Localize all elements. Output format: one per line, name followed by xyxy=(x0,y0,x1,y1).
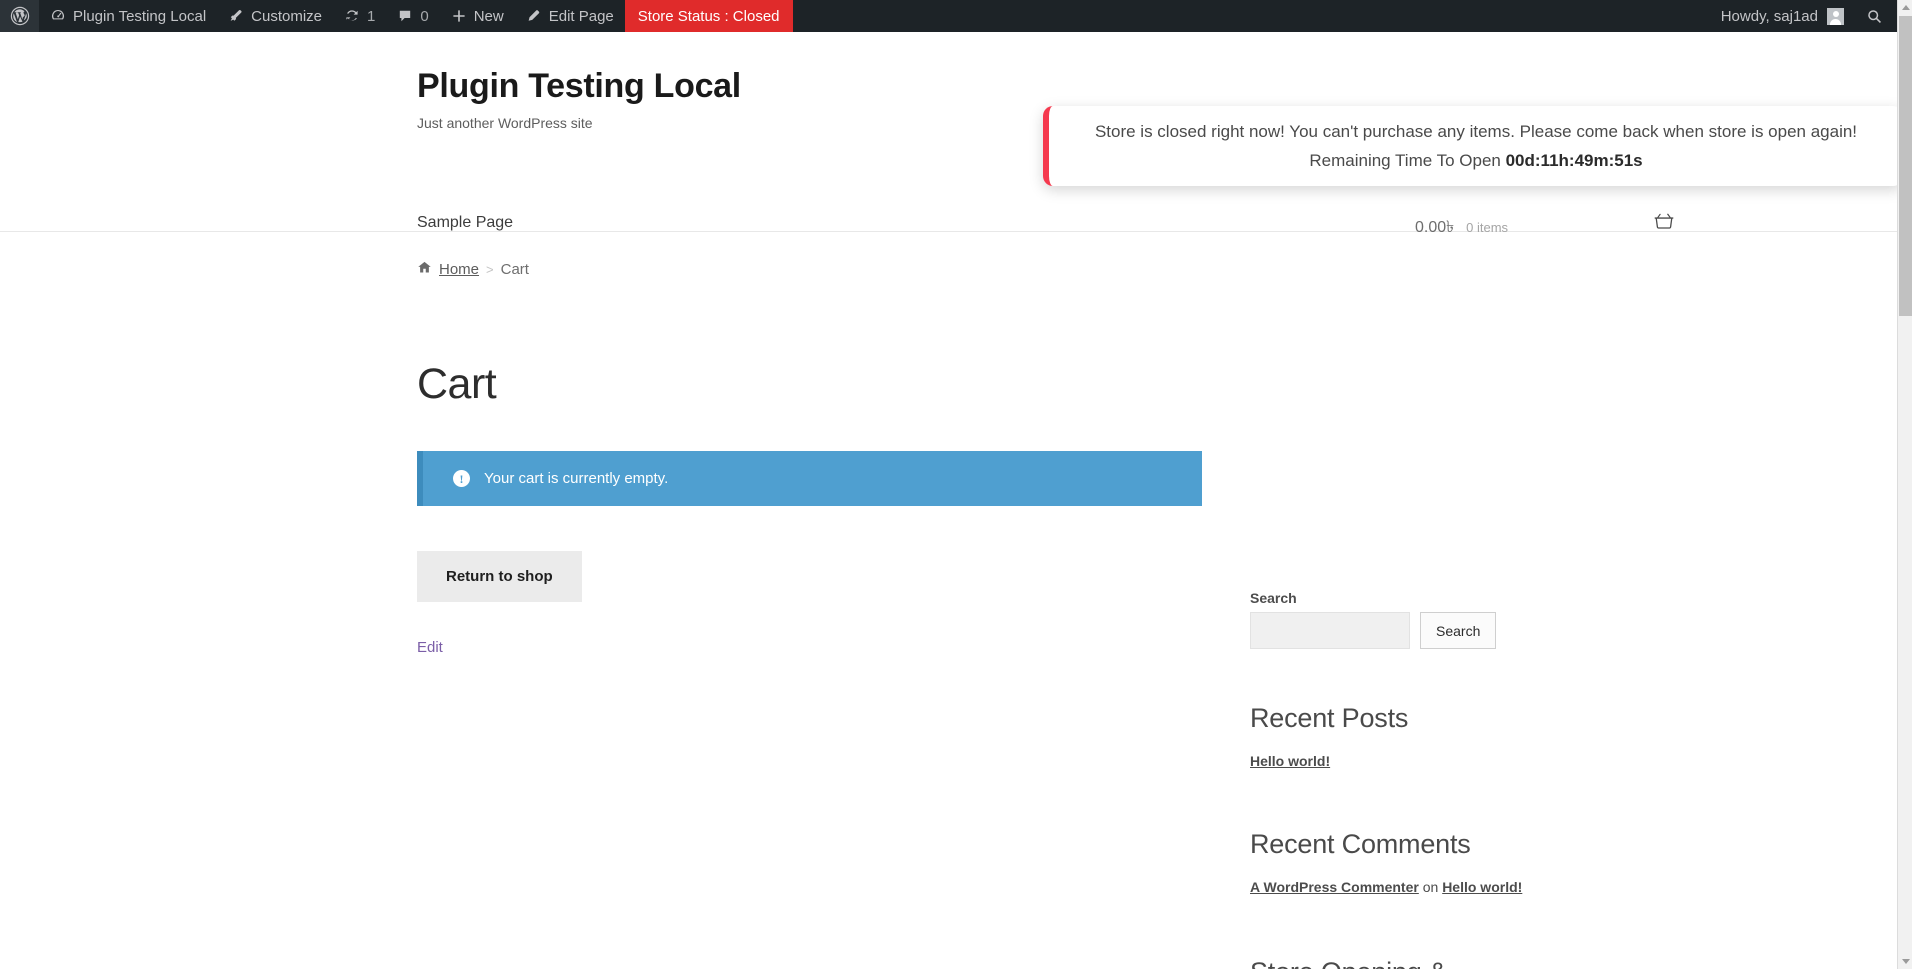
store-notice-message: Store is closed right now! You can't pur… xyxy=(1095,119,1857,145)
recent-post-link[interactable]: Hello world! xyxy=(1250,753,1330,769)
breadcrumb-current: Cart xyxy=(501,261,529,278)
wp-logo-button[interactable] xyxy=(0,0,39,32)
new-label: New xyxy=(474,8,504,25)
widget-recent-comments: Recent Comments A WordPress Commenter on… xyxy=(1250,827,1580,897)
home-icon xyxy=(417,260,432,279)
comment-on-text: on xyxy=(1419,879,1442,895)
store-notice-countdown-line: Remaining Time To Open 00d:11h:49m:51s xyxy=(1309,148,1642,174)
comment-author-link[interactable]: A WordPress Commenter xyxy=(1250,879,1419,895)
site-title[interactable]: Plugin Testing Local xyxy=(417,67,741,106)
breadcrumb: Home > Cart xyxy=(417,260,529,279)
widget-store-hours: Store Opening & Closing Times Timezone :… xyxy=(1250,955,1482,969)
recent-posts-title: Recent Posts xyxy=(1250,701,1580,737)
nav-item-sample-page[interactable]: Sample Page xyxy=(417,214,513,231)
edit-page-button[interactable]: Edit Page xyxy=(515,0,625,32)
dashboard-icon xyxy=(50,8,66,24)
search-label: Search xyxy=(1250,590,1580,606)
search-form: Search xyxy=(1250,612,1580,649)
pencil-icon xyxy=(526,8,542,24)
scrollbar-thumb[interactable] xyxy=(1899,16,1912,316)
site-description: Just another WordPress site xyxy=(417,115,741,131)
widget-search: Search Search xyxy=(1250,590,1580,649)
shopping-basket-icon[interactable] xyxy=(1653,211,1675,238)
wordpress-logo-icon xyxy=(10,6,30,26)
edit-page-label: Edit Page xyxy=(549,8,614,25)
store-status-button[interactable]: Store Status : Closed xyxy=(625,0,793,32)
comment-bubble-icon xyxy=(397,8,413,24)
customize-label: Customize xyxy=(251,8,322,25)
breadcrumb-separator: > xyxy=(486,262,494,277)
list-item: A WordPress Commenter on Hello world! xyxy=(1250,877,1580,897)
widget-recent-posts: Recent Posts Hello world! xyxy=(1250,701,1580,771)
scroll-down-arrow[interactable] xyxy=(1898,954,1912,969)
site-name-label: Plugin Testing Local xyxy=(73,8,206,25)
search-input[interactable] xyxy=(1250,612,1410,649)
page-scrollbar[interactable] xyxy=(1897,0,1912,969)
info-icon: ! xyxy=(453,470,470,487)
return-to-shop-button[interactable]: Return to shop xyxy=(417,551,582,602)
customize-button[interactable]: Customize xyxy=(217,0,333,32)
breadcrumb-home-link[interactable]: Home xyxy=(439,261,479,278)
admin-bar-spacer xyxy=(793,0,1711,32)
page-title: Cart xyxy=(417,362,1202,407)
comments-count: 0 xyxy=(420,8,428,25)
cart-empty-message: Your cart is currently empty. xyxy=(484,470,668,487)
avatar xyxy=(1827,8,1844,25)
primary-navigation: Sample Page xyxy=(417,214,513,232)
scroll-up-arrow[interactable] xyxy=(1898,0,1912,15)
main-column: Cart ! Your cart is currently empty. Ret… xyxy=(417,362,1202,656)
site-page: Plugin Testing Local Just another WordPr… xyxy=(0,32,1897,969)
header-cart: 0.00৳ 0 items xyxy=(1415,214,1675,241)
store-hours-title: Store Opening & Closing Times xyxy=(1250,955,1460,969)
recent-comments-title: Recent Comments xyxy=(1250,827,1580,863)
search-submit-button[interactable]: Search xyxy=(1420,612,1496,649)
cart-total-amount: 0.00৳ xyxy=(1415,214,1454,241)
cart-item-count: 0 items xyxy=(1466,220,1508,235)
recent-posts-list: Hello world! xyxy=(1250,751,1580,771)
search-icon xyxy=(1866,8,1883,25)
countdown-prefix: Remaining Time To Open xyxy=(1309,151,1505,170)
howdy-label: Howdy, saj1ad xyxy=(1721,8,1818,25)
plus-icon xyxy=(451,8,467,24)
recent-comments-list: A WordPress Commenter on Hello world! xyxy=(1250,877,1580,897)
edit-page-link[interactable]: Edit xyxy=(417,639,1202,656)
countdown-timer: 00d:11h:49m:51s xyxy=(1506,151,1643,170)
paintbrush-icon xyxy=(228,8,244,24)
my-account-menu[interactable]: Howdy, saj1ad xyxy=(1711,8,1854,25)
updates-button[interactable]: 1 xyxy=(333,0,386,32)
wp-admin-bar: Plugin Testing Local Customize 1 0 xyxy=(0,0,1897,32)
comments-button[interactable]: 0 xyxy=(386,0,439,32)
store-closed-notice: Store is closed right now! You can't pur… xyxy=(1043,106,1897,186)
admin-bar-right-group: Howdy, saj1ad xyxy=(1711,0,1897,32)
site-branding: Plugin Testing Local Just another WordPr… xyxy=(417,67,741,131)
site-name-menu[interactable]: Plugin Testing Local xyxy=(39,0,217,32)
sidebar: Search Search Recent Posts Hello world! … xyxy=(1250,590,1580,969)
comment-post-link[interactable]: Hello world! xyxy=(1442,879,1522,895)
admin-search-button[interactable] xyxy=(1854,8,1897,25)
updates-icon xyxy=(344,8,360,24)
updates-count: 1 xyxy=(367,8,375,25)
list-item: Hello world! xyxy=(1250,751,1580,771)
cart-empty-notice: ! Your cart is currently empty. xyxy=(417,451,1202,506)
new-content-button[interactable]: New xyxy=(440,0,515,32)
